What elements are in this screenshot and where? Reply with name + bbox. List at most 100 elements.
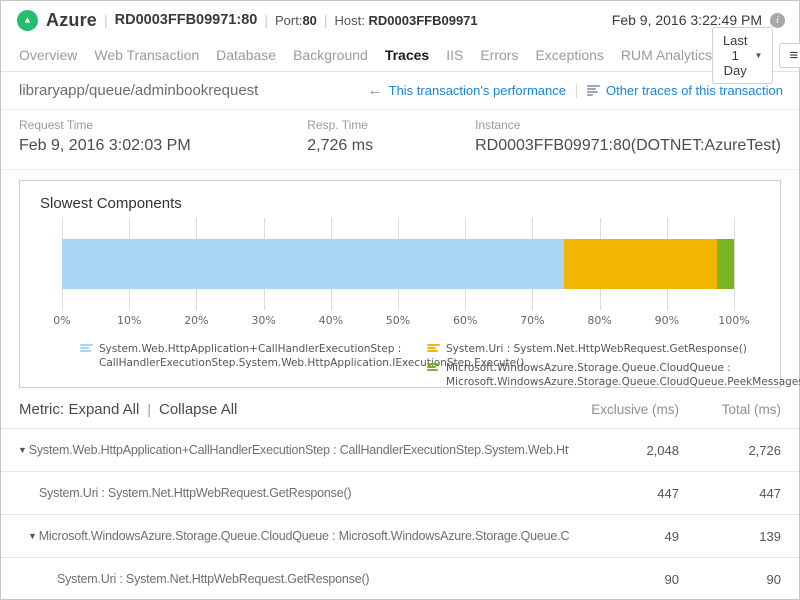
axis-tick: 80% xyxy=(587,314,611,327)
chart-plot-area xyxy=(62,218,734,310)
legend-swatch-icon xyxy=(80,344,93,370)
collapse-caret-icon[interactable]: ▼ xyxy=(18,445,27,455)
tab-background[interactable]: Background xyxy=(293,47,368,63)
app-title: Azure xyxy=(46,10,97,31)
legend-item-execute[interactable]: System.Web.HttpApplication+CallHandlerEx… xyxy=(80,342,427,370)
divider xyxy=(576,84,577,98)
logo-arrow-glyph: ▲ xyxy=(23,15,32,24)
axis-tick: 50% xyxy=(386,314,410,327)
trace-details: Request Time Feb 9, 2016 3:02:03 PM Resp… xyxy=(1,110,799,170)
transaction-header: libraryapp/queue/adminbookrequest ← This… xyxy=(1,72,799,110)
hamburger-icon: ≡ xyxy=(789,48,798,63)
resp-time-value: 2,726 ms xyxy=(307,137,475,155)
host-info: Host: RD0003FFB09971 xyxy=(335,13,478,28)
other-traces-link[interactable]: Other traces of this transaction xyxy=(587,83,783,98)
port-info: Port:80 xyxy=(275,13,317,28)
tab-rum-analytics[interactable]: RUM Analytics xyxy=(621,47,712,63)
exclusive-value: 49 xyxy=(569,529,679,544)
total-value: 90 xyxy=(679,572,781,587)
tab-overview[interactable]: Overview xyxy=(19,47,77,63)
axis-tick: 90% xyxy=(655,314,679,327)
metric-label: Metric: xyxy=(19,401,64,418)
stacked-bar xyxy=(62,239,734,289)
time-range-dropdown[interactable]: Last 1 Day ▼ xyxy=(712,27,774,84)
back-arrow-icon: ← xyxy=(368,82,383,99)
tab-errors[interactable]: Errors xyxy=(480,47,518,63)
legend-item-peekmessages[interactable]: Microsoft.WindowsAzure.Storage.Queue.Clo… xyxy=(427,361,800,389)
request-time-detail: Request Time Feb 9, 2016 3:02:03 PM xyxy=(19,118,307,169)
request-time-value: Feb 9, 2016 3:02:03 PM xyxy=(19,137,307,155)
bar-segment-peekmessages[interactable] xyxy=(717,239,734,289)
axis-tick: 100% xyxy=(718,314,749,327)
bar-segment-getresponse[interactable] xyxy=(564,239,717,289)
table-row[interactable]: ▼ System.Web.HttpApplication+CallHandler… xyxy=(1,428,799,471)
separator: | xyxy=(264,12,268,28)
tab-database[interactable]: Database xyxy=(216,47,276,63)
axis-tick: 20% xyxy=(184,314,208,327)
transaction-performance-link[interactable]: ← This transaction's performance xyxy=(368,82,566,99)
instance-label: Instance xyxy=(475,118,781,132)
resp-time-detail: Resp. Time 2,726 ms xyxy=(307,118,475,169)
tab-traces[interactable]: Traces xyxy=(385,47,429,63)
metric-table-header: Metric: Expand All | Collapse All Exclus… xyxy=(1,388,799,428)
axis-tick: 30% xyxy=(251,314,275,327)
exclusive-value: 90 xyxy=(569,572,679,587)
menu-button[interactable]: ≡ xyxy=(779,43,800,68)
tab-exceptions[interactable]: Exceptions xyxy=(535,47,603,63)
chevron-down-icon: ▼ xyxy=(755,51,763,60)
resp-time-label: Resp. Time xyxy=(307,118,475,132)
site24x7-logo-icon: ▲ xyxy=(17,10,38,31)
exclusive-value: 447 xyxy=(569,486,679,501)
collapse-all-button[interactable]: Collapse All xyxy=(159,401,237,418)
metric-name: System.Uri : System.Net.HttpWebRequest.G… xyxy=(39,486,351,500)
separator: | xyxy=(147,401,151,417)
time-range-value: Last 1 Day xyxy=(723,33,748,78)
legend-swatch-icon xyxy=(427,344,440,356)
host-label: Host: xyxy=(335,13,369,28)
axis-tick: 0% xyxy=(53,314,70,327)
total-value: 2,726 xyxy=(679,443,781,458)
total-value: 447 xyxy=(679,486,781,501)
header-timestamp: Feb 9, 2016 3:22:49 PM xyxy=(612,12,762,28)
host-value: RD0003FFB09971 xyxy=(369,13,478,28)
tab-web-transaction[interactable]: Web Transaction xyxy=(94,47,199,63)
separator: | xyxy=(104,12,108,28)
monitor-name: RD0003FFB09971:80 xyxy=(115,12,258,28)
instance-value: RD0003FFB09971:80(DOTNET:AzureTest) xyxy=(475,137,781,155)
collapse-caret-icon[interactable]: ▼ xyxy=(28,531,37,541)
slowest-components-chart: Slowest Components 0% 10% 20% 30% 40% xyxy=(19,180,781,388)
instance-detail: Instance RD0003FFB09971:80(DOTNET:AzureT… xyxy=(475,118,781,169)
performance-link-label: This transaction's performance xyxy=(389,83,566,98)
legend-swatch-icon xyxy=(427,363,440,389)
metric-name: Microsoft.WindowsAzure.Storage.Queue.Clo… xyxy=(39,529,569,543)
exclusive-value: 2,048 xyxy=(569,443,679,458)
app-window: ▲ Azure | RD0003FFB09971:80 | Port:80 | … xyxy=(0,0,800,600)
axis-tick: 60% xyxy=(453,314,477,327)
table-row[interactable]: System.Uri : System.Net.HttpWebRequest.G… xyxy=(1,471,799,514)
transaction-links: ← This transaction's performance Other t… xyxy=(368,82,783,99)
metric-name: System.Web.HttpApplication+CallHandlerEx… xyxy=(29,443,569,457)
axis-tick: 10% xyxy=(117,314,141,327)
axis-tick: 40% xyxy=(319,314,343,327)
legend-item-getresponse[interactable]: System.Uri : System.Net.HttpWebRequest.G… xyxy=(427,342,800,356)
transaction-name: libraryapp/queue/adminbookrequest xyxy=(19,82,258,99)
port-value: 80 xyxy=(302,13,316,28)
app-header: ▲ Azure | RD0003FFB09971:80 | Port:80 | … xyxy=(1,1,799,39)
gridline xyxy=(734,218,735,310)
axis-tick: 70% xyxy=(520,314,544,327)
port-label: Port: xyxy=(275,13,302,28)
separator: | xyxy=(324,12,328,28)
metric-name: System.Uri : System.Net.HttpWebRequest.G… xyxy=(57,572,369,586)
chart-x-axis: 0% 10% 20% 30% 40% 50% 60% 70% 80% 90% 1… xyxy=(62,314,734,330)
chart-legend: System.Web.HttpApplication+CallHandlerEx… xyxy=(80,342,760,390)
table-row[interactable]: ▼ Microsoft.WindowsAzure.Storage.Queue.C… xyxy=(1,514,799,557)
expand-all-button[interactable]: Expand All xyxy=(68,401,139,418)
bar-segment-execute[interactable] xyxy=(62,239,564,289)
nav-bar: Overview Web Transaction Database Backgr… xyxy=(1,39,799,72)
metric-table: Metric: Expand All | Collapse All Exclus… xyxy=(1,388,799,600)
info-icon[interactable]: i xyxy=(770,13,785,28)
legend-label: Microsoft.WindowsAzure.Storage.Queue.Clo… xyxy=(446,361,800,389)
info-glyph: i xyxy=(776,15,779,26)
table-row[interactable]: System.Uri : System.Net.HttpWebRequest.G… xyxy=(1,557,799,600)
tab-iis[interactable]: IIS xyxy=(446,47,463,63)
